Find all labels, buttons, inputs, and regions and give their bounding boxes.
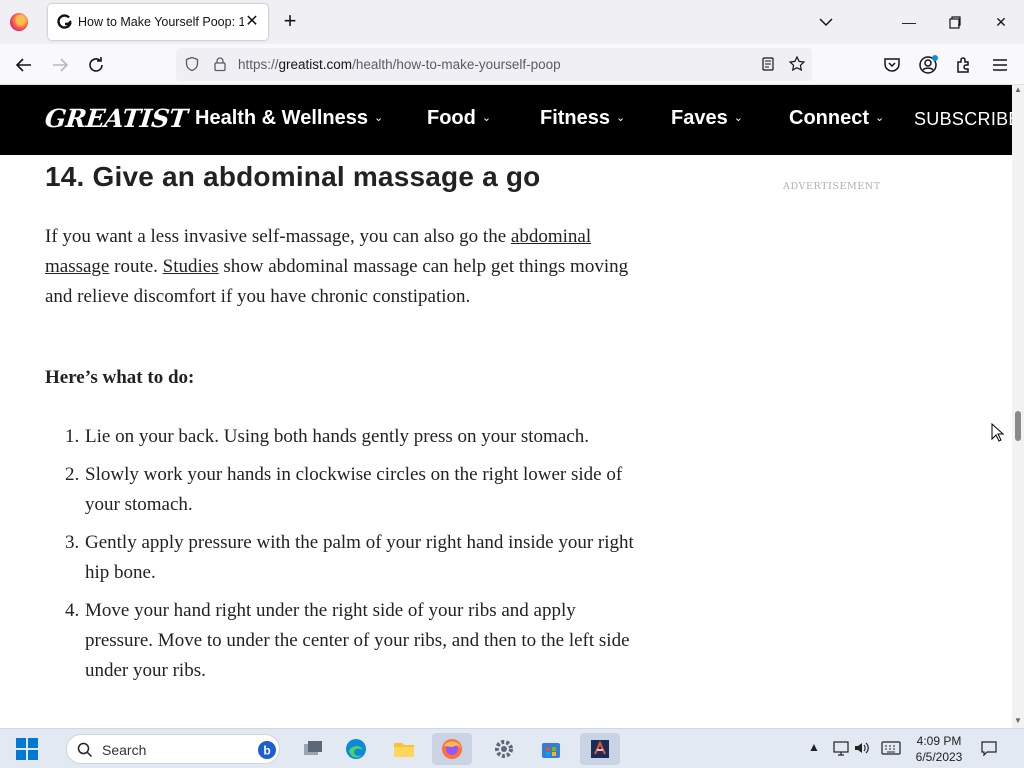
url-host: greatist.com (278, 57, 353, 72)
step-number: 2. (65, 464, 80, 485)
step-text: Move your hand right under the right sid… (85, 600, 630, 681)
mouse-cursor-icon (991, 423, 1005, 442)
nav-label: Health & Wellness (195, 107, 369, 129)
url-scheme: https:// (238, 57, 279, 72)
site-header: GREATIST Health & Wellness ⌄ Food ⌄ Fitnes… (0, 85, 1012, 155)
steps-list: 1. Lie on your back. Using both hands gen… (45, 422, 635, 694)
padlock-icon[interactable] (212, 56, 228, 72)
show-hidden-icons-chevron-up-icon[interactable]: ▲ (808, 740, 820, 754)
bing-chat-icon[interactable]: b (257, 740, 277, 760)
studies-link[interactable]: Studies (163, 256, 219, 277)
advertisement-label: ADVERTISEMENT (783, 181, 881, 192)
subscribe-link[interactable]: SUBSCRIBE (914, 109, 1012, 130)
chevron-down-icon: ⌄ (875, 112, 885, 124)
network-icon[interactable] (832, 739, 850, 757)
step-item: 2. Slowly work your hands in clockwise ci… (45, 460, 635, 520)
nav-health-wellness[interactable]: Health & Wellness ⌄ (195, 107, 383, 133)
tab-title: How to Make Yourself Poop: 15 (78, 15, 244, 29)
notifications-icon[interactable] (980, 740, 998, 758)
step-item: 3. Gently apply pressure with the palm of… (45, 528, 635, 588)
greatist-logo[interactable]: GREATIST (43, 104, 188, 133)
nav-food[interactable]: Food ⌄ (427, 107, 491, 133)
step-number: 1. (65, 426, 80, 447)
remote-app-icon[interactable] (580, 733, 620, 765)
page-scrollbar[interactable]: ▲ ▼ (1012, 85, 1024, 728)
list-all-tabs-icon[interactable] (816, 12, 836, 32)
chevron-down-icon: ⌄ (616, 112, 626, 124)
paragraph-text: route. (109, 256, 163, 277)
article-paragraph: If you want a less invasive self-massage… (45, 222, 630, 312)
chevron-down-icon: ⌄ (733, 112, 743, 124)
step-number: 3. (65, 532, 80, 553)
step-number: 4. (65, 600, 80, 621)
new-tab-icon[interactable]: + (278, 10, 302, 34)
nav-label: Fitness (540, 107, 611, 129)
browser-nav-bar: https://greatist.com/health/how-to-make-… (0, 44, 1024, 85)
tracking-protection-shield-icon[interactable] (184, 56, 200, 72)
tab-close-icon[interactable]: ✕ (242, 12, 262, 32)
minimize-icon[interactable]: — (897, 10, 921, 34)
edge-browser-icon[interactable] (336, 733, 376, 765)
system-clock[interactable]: 4:09 PM 6/5/2023 (909, 733, 969, 765)
nav-fitness[interactable]: Fitness ⌄ (540, 107, 625, 133)
step-text: Slowly work your hands in clockwise circ… (85, 464, 623, 515)
chevron-down-icon: ⌄ (374, 112, 384, 124)
clock-time: 4:09 PM (916, 734, 962, 748)
greatist-favicon-icon (57, 14, 72, 29)
scroll-down-arrow-icon[interactable]: ▼ (1012, 716, 1024, 726)
chevron-down-icon: ⌄ (481, 112, 492, 124)
extensions-puzzle-icon[interactable] (952, 53, 976, 77)
hamburger-menu-icon[interactable] (988, 53, 1012, 77)
firefox-taskbar-icon[interactable] (432, 733, 472, 765)
clock-date: 6/5/2023 (915, 750, 963, 764)
url-path: /health/how-to-make-yourself-poop (352, 57, 561, 72)
taskbar-search-box[interactable]: Search b (66, 734, 280, 764)
step-item: 1. Lie on your back. Using both hands gen… (45, 422, 635, 452)
account-icon[interactable] (916, 53, 940, 77)
keyboard-layout-icon[interactable] (881, 740, 901, 756)
step-text: Lie on your back. Using both hands gentl… (85, 426, 589, 447)
url-text[interactable]: https://greatist.com/health/how-to-make-… (238, 57, 561, 72)
forward-arrow-icon[interactable] (48, 53, 72, 77)
search-placeholder: Search (102, 742, 147, 758)
pocket-icon[interactable] (880, 53, 904, 77)
volume-speaker-icon[interactable] (853, 739, 871, 757)
scrollbar-thumb[interactable] (1015, 411, 1021, 441)
settings-gear-icon[interactable] (484, 733, 524, 765)
windows-taskbar: Search b ▲ 4:09 PM 6/5/2023 (0, 728, 1024, 768)
nav-label: Connect (789, 107, 869, 129)
nav-faves[interactable]: Faves ⌄ (671, 107, 743, 133)
bookmark-star-icon[interactable] (788, 55, 806, 73)
restore-icon[interactable] (943, 10, 967, 34)
nav-label: Food (427, 107, 476, 129)
nav-label: Faves (671, 107, 728, 129)
reader-view-icon[interactable] (760, 56, 776, 72)
nav-connect[interactable]: Connect ⌄ (789, 107, 884, 133)
section-heading: 14. Give an abdominal massage a go (45, 161, 541, 192)
windows-start-icon[interactable] (16, 738, 38, 760)
task-view-icon[interactable] (293, 733, 333, 765)
reload-icon[interactable] (84, 53, 108, 77)
paragraph-text: If you want a less invasive self-massage… (45, 226, 511, 247)
browser-tab-active[interactable]: How to Make Yourself Poop: 15 ✕ (48, 4, 268, 40)
step-text: Gently apply pressure with the palm of y… (85, 532, 634, 583)
address-bar[interactable]: https://greatist.com/health/how-to-make-… (176, 48, 812, 81)
file-explorer-icon[interactable] (384, 733, 424, 765)
svg-text:b: b (263, 744, 270, 758)
microsoft-store-icon[interactable] (531, 733, 571, 765)
search-icon (77, 742, 93, 758)
browser-tab-bar: How to Make Yourself Poop: 15 ✕ + — ✕ (0, 0, 1024, 44)
article-content: 14. Give an abdominal massage a go ADVER… (0, 155, 1012, 728)
back-arrow-icon[interactable] (12, 53, 36, 77)
close-window-icon[interactable]: ✕ (989, 10, 1013, 34)
scroll-up-arrow-icon[interactable]: ▲ (1012, 85, 1024, 95)
instructions-subheading: Here’s what to do: (45, 367, 195, 388)
step-item: 4. Move your hand right under the right s… (45, 596, 635, 686)
firefox-logo-icon[interactable] (10, 13, 28, 31)
